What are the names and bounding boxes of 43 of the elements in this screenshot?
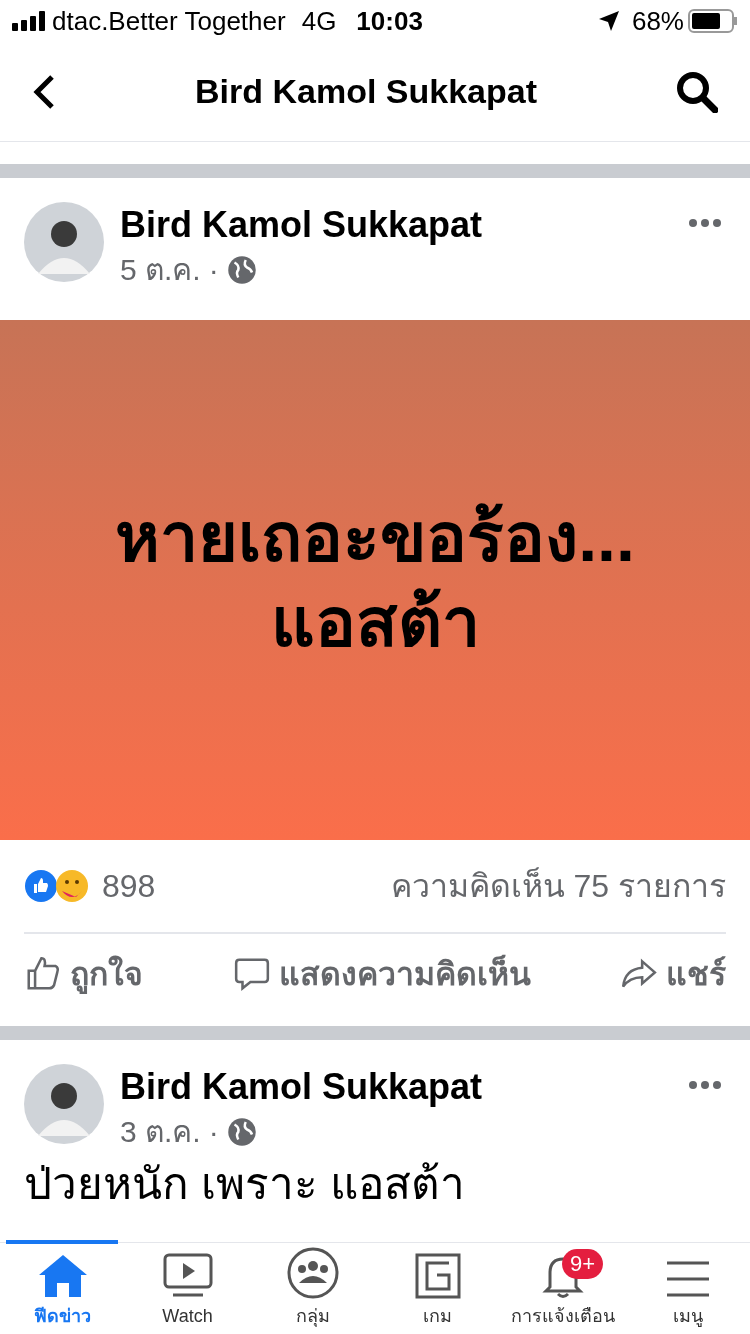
post-action-button[interactable]: แชร์ xyxy=(620,950,726,998)
tab-bar-item[interactable]: เกม xyxy=(375,1253,500,1330)
post-text: ป่วยหนัก เพราะ แอสต้า xyxy=(23,1162,467,1206)
reaction-count[interactable]: 898 xyxy=(102,862,156,910)
clock-time: 10:03 xyxy=(356,4,423,38)
tab-bar-item[interactable]: การแจ้งเตือน 9+ xyxy=(500,1251,625,1330)
more-icon[interactable] xyxy=(688,1080,722,1090)
post-action-button[interactable]: ถูกใจ xyxy=(24,950,143,998)
post-action-button[interactable]: แสดงความคิดเห็น xyxy=(232,950,531,998)
avatar-icon[interactable] xyxy=(24,1064,104,1144)
globe-icon xyxy=(226,1116,257,1147)
battery-percent: 68% xyxy=(631,4,684,38)
comment-count[interactable]: ความคิดเห็น 75 รายการ xyxy=(390,862,726,910)
thumbs-up-icon xyxy=(24,955,62,993)
battery-icon xyxy=(688,9,738,33)
game-icon xyxy=(414,1253,461,1299)
tab-bar-item[interactable]: ฟีดข่าว xyxy=(0,1253,125,1330)
menu-icon xyxy=(664,1259,711,1299)
avatar-icon[interactable] xyxy=(24,202,104,282)
more-icon[interactable] xyxy=(688,218,722,228)
speech-bubble-icon xyxy=(232,955,271,993)
dot-separator: · xyxy=(208,1114,219,1150)
dot-separator: · xyxy=(208,252,219,288)
post-date: 5 ต.ค. xyxy=(120,252,201,288)
notification-badge: 9+ xyxy=(562,1249,604,1279)
back-icon[interactable] xyxy=(32,73,56,110)
people-icon xyxy=(286,1247,339,1299)
globe-icon xyxy=(226,254,257,285)
video-icon xyxy=(162,1253,213,1299)
reaction-icons[interactable] xyxy=(24,869,90,903)
signal-icon xyxy=(12,11,48,31)
page-title: Bird Kamol Sukkapat xyxy=(194,71,538,112)
search-icon[interactable] xyxy=(676,70,718,113)
tab-bar-item[interactable]: เมนู xyxy=(625,1259,750,1330)
network-type: 4G xyxy=(301,4,337,38)
carrier-name: dtac.Better Together xyxy=(52,4,286,38)
post-text: หายเถอะขอร้อง... แอสต้า xyxy=(115,498,635,662)
tab-bar-item[interactable]: Watch xyxy=(125,1253,250,1330)
tab-bar-item[interactable]: กลุ่ม xyxy=(250,1247,375,1330)
post-date: 3 ต.ค. xyxy=(120,1114,201,1150)
author-name[interactable]: Bird Kamol Sukkapat xyxy=(120,1064,672,1109)
author-name[interactable]: Bird Kamol Sukkapat xyxy=(120,202,672,247)
location-arrow-icon xyxy=(597,10,620,32)
